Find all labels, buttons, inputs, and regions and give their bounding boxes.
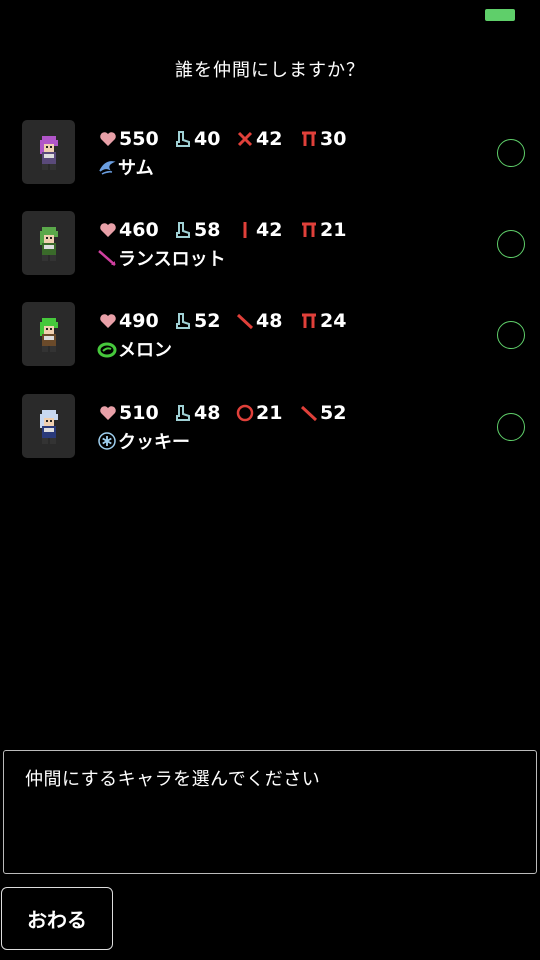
stat-speed: 58: [173, 219, 220, 241]
stat-atk-value: 42: [256, 128, 283, 150]
heart-icon: [98, 403, 118, 423]
stat-speed: 40: [173, 128, 220, 150]
stat-def-value: 24: [320, 310, 347, 332]
stat-hp: 460: [98, 219, 159, 241]
character-portrait: [22, 211, 75, 275]
character-row[interactable]: 490 52 48 24 メロン: [0, 302, 540, 382]
stat-speed: 48: [173, 402, 220, 424]
end-button[interactable]: おわる: [1, 887, 113, 950]
character-name: ランスロット: [97, 245, 226, 271]
cross-icon: [235, 129, 255, 149]
heart-icon: [98, 129, 118, 149]
select-radio[interactable]: [497, 139, 525, 167]
stat-hp-value: 510: [119, 402, 159, 424]
slash-icon: [235, 311, 255, 331]
pi-icon: [299, 129, 319, 149]
character-name-label: メロン: [118, 340, 172, 361]
stat-atk-value: 42: [256, 219, 283, 241]
stat-atk-value: 21: [256, 402, 283, 424]
character-portrait: [22, 394, 75, 458]
character-portrait: [22, 302, 75, 366]
character-name-label: クッキー: [118, 432, 190, 453]
stat-hp-value: 550: [119, 128, 159, 150]
stat-def: 52: [299, 402, 346, 424]
character-name-label: ランスロット: [118, 249, 226, 270]
stat-atk: 42: [235, 219, 282, 241]
character-portrait: [22, 120, 75, 184]
stat-speed-value: 52: [194, 310, 221, 332]
lance-icon: [97, 248, 117, 268]
boot-icon: [173, 311, 193, 331]
stat-def: 21: [299, 219, 346, 241]
bar-icon: [235, 220, 255, 240]
character-row[interactable]: 510 48 21 52 クッキー: [0, 394, 540, 474]
stat-speed-value: 48: [194, 402, 221, 424]
boot-icon: [173, 403, 193, 423]
stat-atk-value: 48: [256, 310, 283, 332]
pi-icon: [299, 311, 319, 331]
stat-hp: 510: [98, 402, 159, 424]
select-radio[interactable]: [497, 321, 525, 349]
character-name: メロン: [97, 336, 172, 362]
heart-icon: [98, 311, 118, 331]
stat-def: 30: [299, 128, 346, 150]
stat-def-value: 30: [320, 128, 347, 150]
select-radio[interactable]: [497, 230, 525, 258]
battery-icon: [485, 9, 515, 21]
character-row[interactable]: 460 58 42 21 ランスロット: [0, 211, 540, 291]
stat-speed-value: 58: [194, 219, 221, 241]
select-radio[interactable]: [497, 413, 525, 441]
page-title: 誰を仲間にしますか？: [175, 60, 365, 81]
stat-hp-value: 460: [119, 219, 159, 241]
ring-icon: [235, 403, 255, 423]
stat-hp: 550: [98, 128, 159, 150]
boot-icon: [173, 220, 193, 240]
stat-atk: 42: [235, 128, 282, 150]
stat-def-value: 21: [320, 219, 347, 241]
stat-def: 24: [299, 310, 346, 332]
stat-speed: 52: [173, 310, 220, 332]
character-row[interactable]: 550 40 42 30 サム: [0, 120, 540, 200]
stat-def-value: 52: [320, 402, 347, 424]
boot-icon: [173, 129, 193, 149]
message-text: 仲間にするキャラを選んでください: [25, 769, 321, 790]
character-name: クッキー: [97, 428, 190, 454]
slash-icon: [299, 403, 319, 423]
pi-icon: [299, 220, 319, 240]
stat-atk: 48: [235, 310, 282, 332]
character-name-label: サム: [118, 158, 154, 179]
melon-icon: [97, 339, 117, 359]
stat-hp: 490: [98, 310, 159, 332]
wind-icon: [97, 157, 117, 177]
stat-hp-value: 490: [119, 310, 159, 332]
character-name: サム: [97, 154, 154, 180]
stat-atk: 21: [235, 402, 282, 424]
stat-speed-value: 40: [194, 128, 221, 150]
message-box: 仲間にするキャラを選んでください: [3, 750, 537, 874]
snow-icon: [97, 431, 117, 451]
heart-icon: [98, 220, 118, 240]
